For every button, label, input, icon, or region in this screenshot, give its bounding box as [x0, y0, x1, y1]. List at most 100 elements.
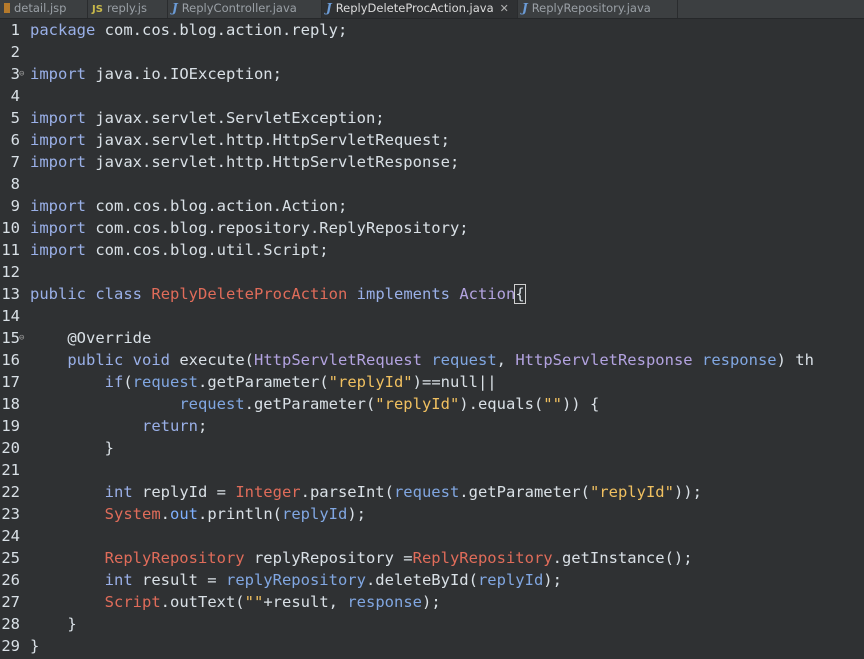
tab-detail-jsp[interactable]: detail.jsp: [0, 0, 88, 18]
code-text: int result = replyRepository.deleteById(…: [30, 569, 562, 591]
line-number: 8: [10, 175, 20, 193]
line-number: 5: [10, 109, 20, 127]
code-text: System.out.println(replyId);: [30, 503, 366, 525]
code-token: class: [95, 285, 143, 303]
code-token: javax.servlet.ServletException;: [86, 109, 385, 127]
code-token: java.io.IOException;: [86, 65, 282, 83]
line-number: 9: [10, 197, 20, 215]
code-token: com.cos.blog.action.reply;: [95, 21, 348, 39]
tab-reply-js[interactable]: JS reply.js: [88, 0, 168, 18]
code-line[interactable]: 27 Script.outText(""+result, response);: [0, 591, 864, 613]
code-token: import: [30, 153, 86, 171]
code-token: ));: [673, 483, 702, 501]
code-line[interactable]: 6 import javax.servlet.http.HttpServletRe…: [0, 129, 864, 151]
close-icon[interactable]: ✕: [500, 1, 509, 17]
line-number: 24: [1, 527, 20, 545]
code-token: out: [170, 505, 198, 523]
code-token: Integer: [235, 483, 301, 501]
code-editor[interactable]: 1 package com.cos.blog.action.reply; 2 3 ⊖ im…: [0, 19, 864, 659]
code-line[interactable]: 21: [0, 459, 864, 481]
code-token: com.cos.blog.repository.ReplyRepository;: [86, 219, 469, 237]
code-token: request: [431, 351, 497, 369]
fold-toggle-icon[interactable]: ⊖: [19, 327, 24, 349]
js-file-icon: JS: [92, 4, 103, 15]
code-line[interactable]: 24: [0, 525, 864, 547]
line-number: 29: [1, 637, 20, 655]
code-token: .getParameter(: [198, 373, 329, 391]
code-token: import: [30, 65, 86, 83]
code-line[interactable]: 11 import com.cos.blog.util.Script;: [0, 239, 864, 261]
code-line[interactable]: 19 return;: [0, 415, 864, 437]
tab-reply-delete-proc-action[interactable]: J ReplyDeleteProcAction.java ✕: [322, 0, 518, 18]
code-line[interactable]: 28 }: [0, 613, 864, 635]
java-file-icon: J: [522, 1, 528, 15]
code-line[interactable]: 14: [0, 305, 864, 327]
jsp-file-icon: [4, 3, 10, 13]
code-token: );: [347, 505, 366, 523]
line-number: 4: [10, 87, 20, 105]
code-line[interactable]: 17 if(request.getParameter("replyId")==n…: [0, 371, 864, 393]
code-line[interactable]: 3 ⊖ import java.io.IOException;: [0, 63, 864, 85]
code-text: import com.cos.blog.action.Action;: [30, 195, 347, 217]
line-number: 15: [1, 329, 20, 347]
code-token: );: [543, 571, 562, 589]
code-line[interactable]: 9 import com.cos.blog.action.Action;: [0, 195, 864, 217]
code-line[interactable]: 5 import javax.servlet.ServletException;: [0, 107, 864, 129]
code-token: "replyId": [375, 395, 460, 413]
code-token: {: [514, 284, 526, 304]
line-number: 11: [1, 241, 20, 259]
code-token: response: [347, 593, 422, 611]
line-number: 28: [1, 615, 20, 633]
tab-label: ReplyRepository.java: [531, 1, 651, 15]
code-line[interactable]: 18 request.getParameter("replyId").equal…: [0, 393, 864, 415]
code-line[interactable]: 26 int result = replyRepository.deleteBy…: [0, 569, 864, 591]
line-number: 17: [1, 373, 20, 391]
line-number: 16: [1, 351, 20, 369]
line-number: 21: [1, 461, 20, 479]
code-line[interactable]: 29}: [0, 635, 864, 657]
code-token: com.cos.blog.action.Action;: [86, 197, 348, 215]
tab-reply-repository[interactable]: J ReplyRepository.java: [518, 0, 678, 18]
code-token: request: [132, 373, 198, 391]
code-text: ReplyRepository replyRepository =ReplyRe…: [30, 547, 693, 569]
code-line[interactable]: 10 import com.cos.blog.repository.ReplyRe…: [0, 217, 864, 239]
code-line[interactable]: 22 int replyId = Integer.parseInt(reques…: [0, 481, 864, 503]
code-token: implements: [356, 285, 450, 303]
code-line[interactable]: 23 System.out.println(replyId);: [0, 503, 864, 525]
code-line[interactable]: 4: [0, 85, 864, 107]
code-token: HttpServletRequest: [254, 351, 422, 369]
code-token: .parseInt(: [300, 483, 394, 501]
code-line[interactable]: 16 public void execute(HttpServletReques…: [0, 349, 864, 371]
code-line[interactable]: 8: [0, 173, 864, 195]
line-number: 20: [1, 439, 20, 457]
code-token: public: [67, 351, 124, 369]
code-text: import javax.servlet.ServletException;: [30, 107, 385, 129]
code-line[interactable]: 15 ⊖ @Override: [0, 327, 864, 349]
line-number: 2: [10, 43, 20, 61]
code-token: import: [30, 197, 86, 215]
code-line[interactable]: 12: [0, 261, 864, 283]
tab-label: reply.js: [106, 1, 147, 15]
code-line[interactable]: 20 }: [0, 437, 864, 459]
tab-reply-controller[interactable]: J ReplyController.java: [168, 0, 322, 18]
code-token: ReplyDeleteProcAction: [151, 285, 348, 303]
code-line[interactable]: 7 import javax.servlet.http.HttpServletRe…: [0, 151, 864, 173]
code-line[interactable]: 13 public class ReplyDeleteProcAction imp…: [0, 283, 864, 305]
code-line[interactable]: 25 ReplyRepository replyRepository =Repl…: [0, 547, 864, 569]
code-token: replyId =: [132, 483, 236, 501]
code-token: .deleteById(: [365, 571, 478, 589]
code-line[interactable]: 2: [0, 41, 864, 63]
code-text: return;: [30, 415, 207, 437]
code-token: result =: [132, 571, 226, 589]
fold-toggle-icon[interactable]: ⊖: [19, 63, 24, 85]
code-line[interactable]: 1 package com.cos.blog.action.reply;: [0, 19, 864, 41]
